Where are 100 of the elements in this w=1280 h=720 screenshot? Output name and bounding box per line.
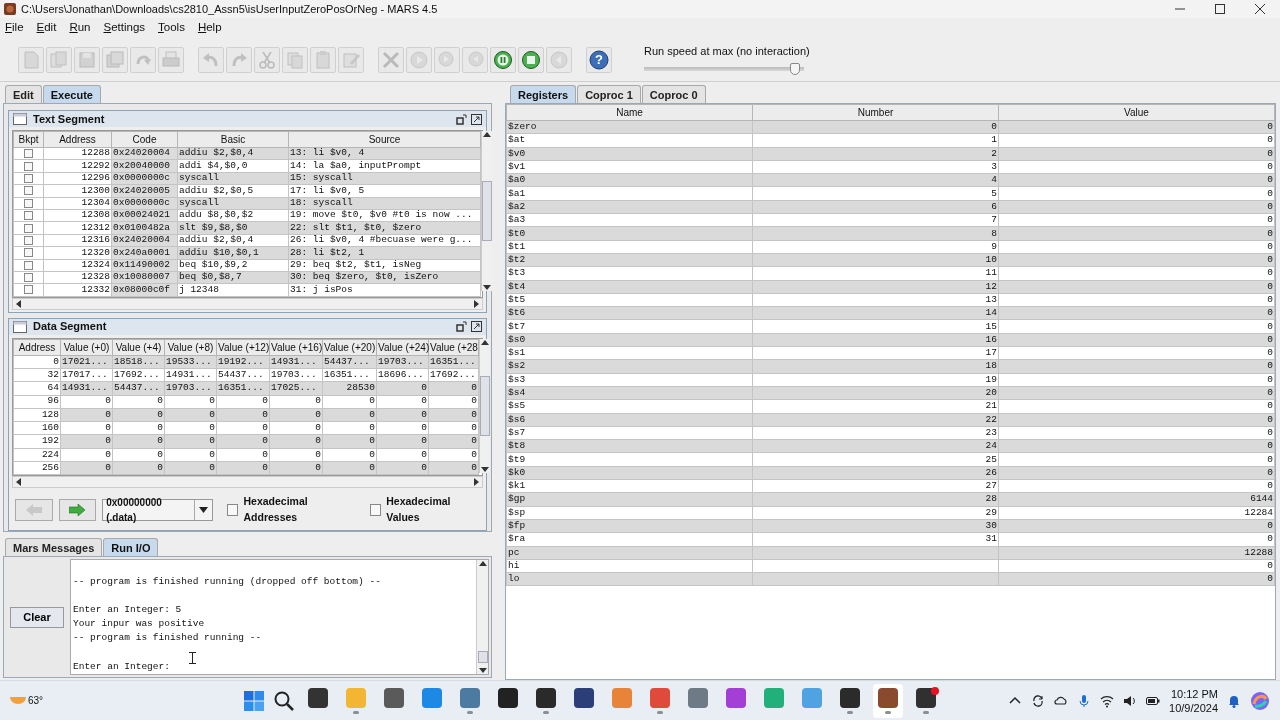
breakpoint-checkbox[interactable]: [24, 149, 33, 159]
table-cell: 9: [752, 240, 999, 254]
tab[interactable]: Coproc 0: [641, 85, 706, 103]
search-icon[interactable]: [273, 689, 295, 712]
table-cell: 21: [752, 399, 999, 414]
tab[interactable]: Registers: [510, 85, 577, 103]
breakpoint-checkbox[interactable]: [24, 285, 33, 295]
clear-button[interactable]: Clear: [10, 606, 64, 628]
restore-icon[interactable]: [456, 113, 467, 125]
scroll-thumb[interactable]: [480, 375, 490, 436]
breakpoint-checkbox[interactable]: [24, 211, 33, 221]
swirl-icon[interactable]: [1250, 690, 1270, 711]
arrow-up-icon[interactable]: [482, 131, 492, 138]
menu-item[interactable]: Tools: [158, 19, 185, 37]
arrow-down-icon[interactable]: [480, 465, 490, 473]
table-cell: 0: [998, 160, 1275, 174]
scrollbar[interactable]: [479, 338, 490, 473]
breakpoint-checkbox[interactable]: [24, 173, 33, 183]
breakpoint-checkbox[interactable]: [24, 161, 33, 171]
scroll-thumb[interactable]: [482, 181, 492, 241]
column-header[interactable]: Basic: [177, 131, 289, 148]
maximize-icon[interactable]: [471, 113, 482, 125]
breakpoint-checkbox[interactable]: [24, 273, 33, 283]
arrow-down-icon[interactable]: [477, 667, 488, 674]
table-cell: 23: [752, 426, 999, 440]
tab[interactable]: Edit: [5, 85, 42, 103]
menu-item[interactable]: Edit: [36, 19, 57, 37]
menu-item[interactable]: Help: [197, 19, 222, 37]
menu-item[interactable]: File: [5, 19, 24, 37]
column-header[interactable]: Value (+28: [428, 339, 479, 356]
address-dropdown[interactable]: 0x00000000 (.data): [102, 499, 214, 522]
column-header[interactable]: Value (+4): [112, 339, 165, 356]
sync-icon[interactable]: [1031, 693, 1046, 708]
maximize-icon[interactable]: [471, 321, 482, 333]
table-cell: 12324: [43, 259, 112, 272]
table-cell: 0: [998, 426, 1275, 440]
start-icon[interactable]: [243, 689, 265, 712]
column-header[interactable]: Source: [288, 131, 481, 148]
scroll-thumb[interactable]: [477, 651, 488, 663]
table-cell: 0: [269, 448, 323, 462]
breakpoint-checkbox[interactable]: [24, 223, 33, 233]
menu-item[interactable]: Run: [69, 19, 91, 37]
tab[interactable]: Execute: [42, 85, 101, 103]
forward-button[interactable]: [58, 499, 97, 522]
speaker-icon[interactable]: [1123, 693, 1138, 708]
restore-icon[interactable]: [456, 321, 467, 333]
scrollbar[interactable]: [481, 131, 492, 291]
checkbox[interactable]: [227, 504, 239, 517]
tab[interactable]: Mars Messages: [5, 538, 103, 557]
arrow-left-icon[interactable]: [15, 298, 22, 309]
column-header[interactable]: Value: [998, 104, 1275, 121]
table-cell: $s5: [506, 399, 753, 414]
checkbox[interactable]: [369, 504, 382, 517]
column-header[interactable]: Number: [752, 104, 999, 121]
microphone-icon[interactable]: [1077, 693, 1092, 708]
column-header[interactable]: Value (+20): [322, 339, 377, 356]
column-header[interactable]: Name: [506, 104, 753, 121]
column-header[interactable]: Value (+0): [60, 339, 113, 356]
app-icon[interactable]: [873, 683, 903, 718]
table-cell: 0: [998, 452, 1275, 467]
column-header[interactable]: Value (+24): [376, 339, 429, 356]
menu-item[interactable]: Settings: [103, 19, 146, 37]
wifi-icon[interactable]: [1100, 693, 1115, 708]
breakpoint-checkbox[interactable]: [24, 186, 33, 196]
scrollbar[interactable]: [476, 560, 488, 674]
clock-time[interactable]: 10:12 PM: [1170, 686, 1218, 701]
column-header[interactable]: Value (+12): [216, 339, 270, 356]
column-header[interactable]: Bkpt: [13, 131, 44, 148]
tab[interactable]: Run I/O: [103, 538, 159, 557]
breakpoint-checkbox[interactable]: [24, 248, 33, 258]
column-header[interactable]: Value (+16): [269, 339, 323, 356]
app-icon: [4, 3, 16, 15]
arrow-right-icon[interactable]: [473, 477, 480, 488]
table-cell: 54437...: [216, 368, 270, 382]
breakpoint-checkbox[interactable]: [24, 198, 33, 208]
column-header[interactable]: Address: [43, 131, 112, 148]
table-cell: 0: [164, 395, 217, 409]
table-cell: 0: [60, 421, 113, 435]
arrow-up-icon[interactable]: [480, 338, 490, 346]
slider-thumb[interactable]: [789, 62, 800, 75]
column-header[interactable]: Address: [13, 339, 61, 356]
bell-icon[interactable]: [1227, 693, 1241, 708]
tab[interactable]: Coproc 1: [577, 85, 641, 103]
scrollbar[interactable]: [12, 476, 483, 489]
table-cell: 12304: [43, 197, 112, 210]
clock-date[interactable]: 10/9/2024: [1169, 700, 1218, 715]
pause-button[interactable]: [490, 46, 516, 73]
breakpoint-checkbox[interactable]: [24, 235, 33, 245]
stop-button[interactable]: [518, 46, 544, 73]
breakpoint-checkbox[interactable]: [24, 260, 33, 270]
arrow-left-icon[interactable]: [15, 477, 22, 488]
table-cell: $s3: [506, 373, 753, 387]
column-header[interactable]: Value (+8): [164, 339, 217, 356]
arrow-down-icon[interactable]: [482, 284, 492, 291]
column-header[interactable]: Code: [111, 131, 178, 148]
table-cell: 0: [216, 421, 270, 435]
arrow-right-icon: [69, 504, 86, 517]
arrow-up-icon[interactable]: [477, 560, 488, 568]
checkbox-label: Hexadecimal Values: [386, 494, 452, 526]
arrow-right-icon[interactable]: [473, 298, 480, 309]
